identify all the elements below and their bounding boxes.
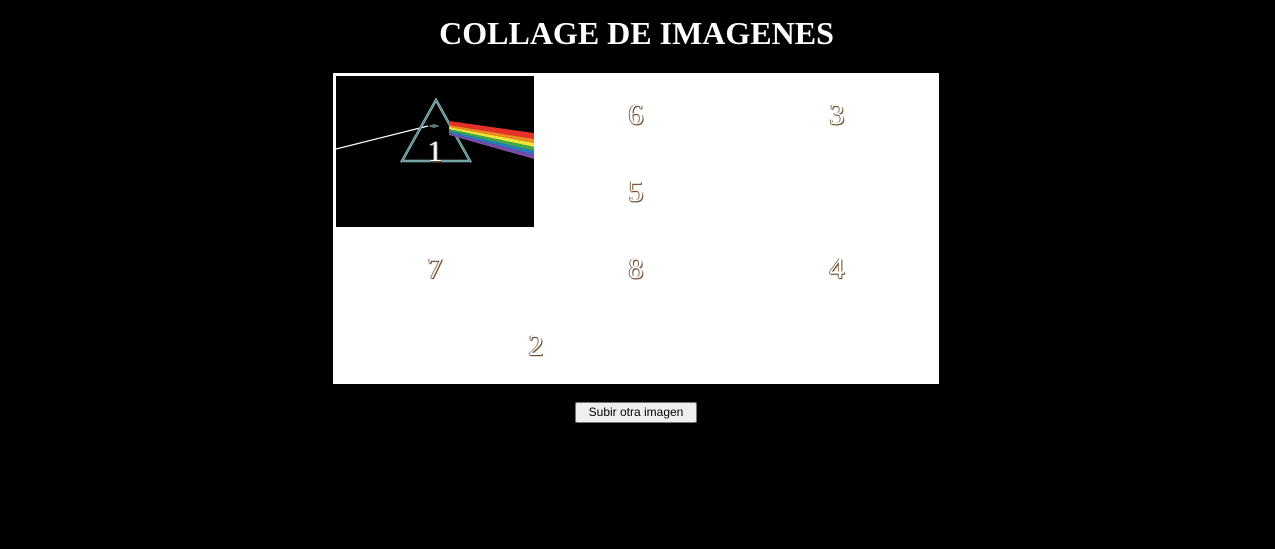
collage-tile-1[interactable]: 1 [336, 76, 534, 227]
tile-number: 5 [628, 174, 644, 208]
collage-tile-8[interactable]: 8 [537, 230, 735, 307]
tile-number: 6 [628, 97, 644, 131]
upload-image-button[interactable]: Subir otra imagen [575, 402, 697, 423]
tile-number: 8 [628, 251, 644, 285]
tile-number: 2 [528, 328, 544, 362]
collage-tile-6[interactable]: 6 [537, 76, 735, 153]
collage-tile-2[interactable]: 2 [437, 307, 635, 384]
tile-number: 4 [829, 251, 845, 285]
page-title: COLLAGE DE IMAGENES [439, 15, 834, 51]
collage-tile-4[interactable]: 4 [738, 230, 936, 307]
collage-tile-5[interactable]: 5 [537, 153, 735, 230]
image-collage: 1 6 3 5 7 8 4 2 [333, 73, 939, 384]
collage-tile-3[interactable]: 3 [738, 76, 936, 153]
tile-number: 1 [427, 134, 443, 168]
tile-number: 7 [427, 251, 443, 285]
tile-number: 3 [829, 97, 845, 131]
collage-tile-7[interactable]: 7 [336, 230, 534, 307]
